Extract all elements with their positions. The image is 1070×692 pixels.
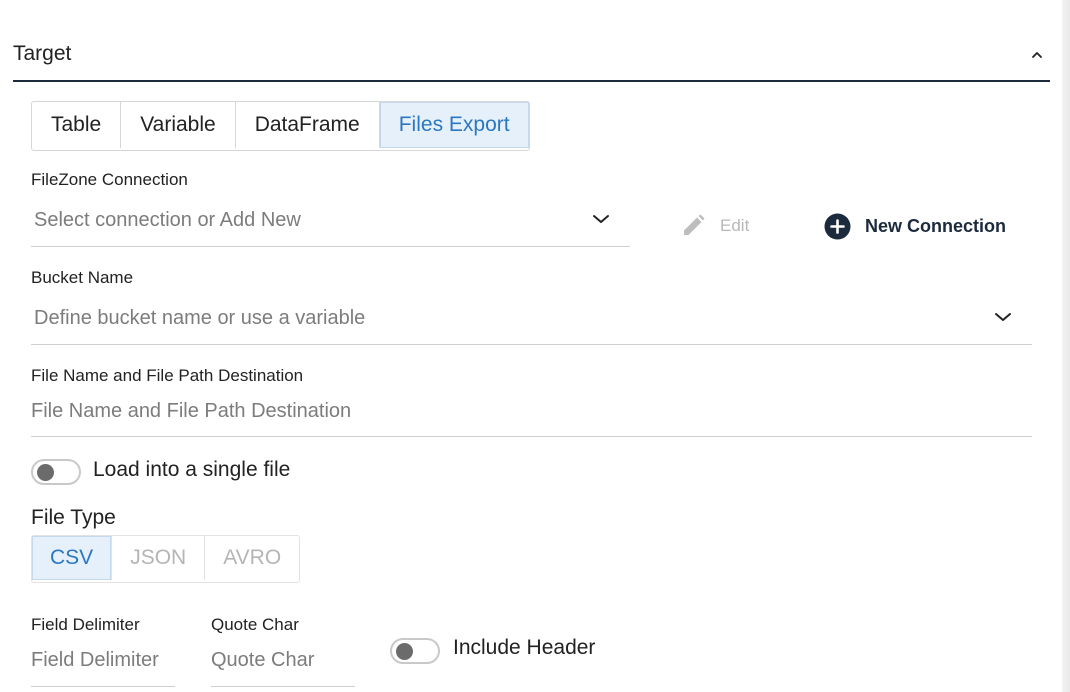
toggle-knob — [37, 464, 54, 481]
tab-files-export[interactable]: Files Export — [379, 102, 529, 148]
scrollbar-track[interactable] — [1062, 0, 1070, 692]
file-type-json[interactable]: JSON — [112, 536, 206, 580]
file-path-label: File Name and File Path Destination — [31, 366, 304, 385]
field-delimiter-input[interactable]: Field Delimiter — [31, 642, 175, 687]
tab-variable[interactable]: Variable — [121, 102, 236, 148]
tab-dataframe[interactable]: DataFrame — [236, 102, 380, 148]
plus-circle-icon — [824, 213, 851, 239]
edit-label: Edit — [720, 216, 750, 235]
filezone-connection-placeholder: Select connection or Add New — [34, 209, 301, 231]
tab-table[interactable]: Table — [32, 102, 122, 148]
file-path-input[interactable]: File Name and File Path Destination — [31, 392, 1032, 437]
field-delimiter-label: Field Delimiter — [31, 615, 140, 634]
target-panel: Target Table Variable DataFrame Files Ex… — [0, 0, 1070, 692]
file-type-selector: CSV JSON AVRO — [31, 535, 301, 583]
filezone-connection-select[interactable]: Select connection or Add New — [31, 202, 630, 247]
new-connection-button[interactable]: New Connection — [824, 212, 1006, 240]
new-connection-label: New Connection — [865, 215, 1007, 236]
single-file-label: Load into a single file — [93, 458, 291, 481]
single-file-toggle[interactable] — [31, 459, 81, 485]
section-title: Target — [13, 42, 72, 65]
field-delimiter-placeholder: Field Delimiter — [31, 649, 159, 671]
target-type-tabs: Table Variable DataFrame Files Export — [31, 101, 530, 151]
file-type-label: File Type — [31, 506, 116, 529]
file-type-csv[interactable]: CSV — [32, 536, 113, 580]
edit-connection-button[interactable]: Edit — [680, 212, 749, 240]
quote-char-placeholder: Quote Char — [211, 649, 315, 671]
chevron-down-icon[interactable] — [994, 311, 1012, 323]
filezone-connection-label: FileZone Connection — [31, 170, 188, 189]
include-header-toggle[interactable] — [390, 638, 440, 664]
chevron-up-icon[interactable] — [1030, 48, 1044, 62]
file-path-placeholder: File Name and File Path Destination — [31, 400, 352, 422]
bucket-name-placeholder: Define bucket name or use a variable — [34, 307, 366, 329]
file-type-avro[interactable]: AVRO — [205, 536, 299, 580]
quote-char-label: Quote Char — [211, 615, 299, 634]
include-header-label: Include Header — [453, 636, 596, 659]
toggle-knob — [396, 643, 413, 660]
bucket-name-label: Bucket Name — [31, 268, 134, 287]
quote-char-input[interactable]: Quote Char — [211, 642, 355, 687]
bucket-name-select[interactable]: Define bucket name or use a variable — [31, 300, 1032, 345]
chevron-down-icon[interactable] — [592, 213, 610, 225]
target-section-header[interactable]: Target — [13, 28, 1050, 82]
pencil-icon — [684, 214, 705, 235]
